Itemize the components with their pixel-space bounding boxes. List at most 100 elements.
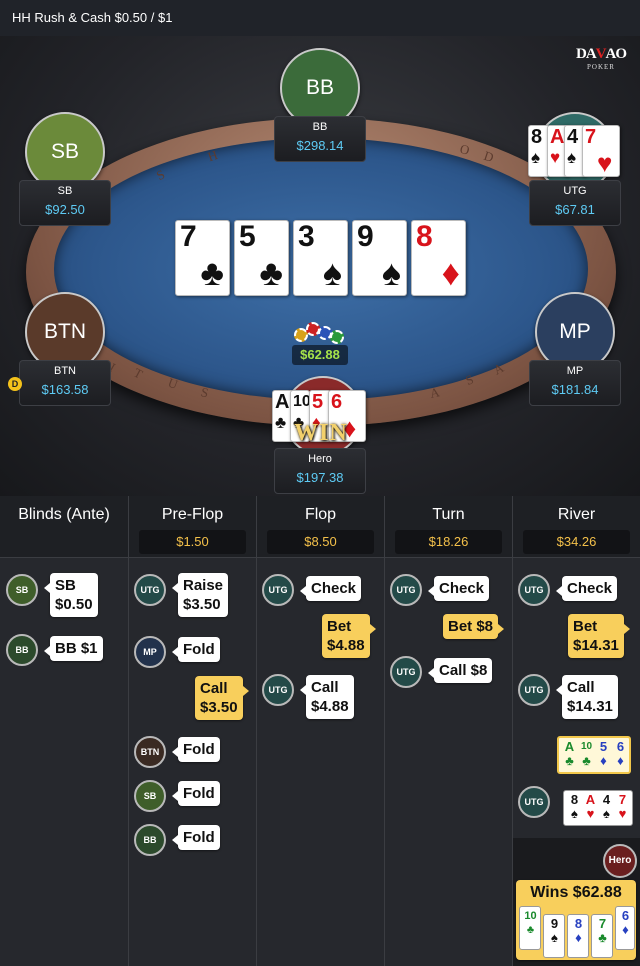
column-header: Pre-Flop $1.50 <box>129 496 256 558</box>
win-label: Wins $62.88 <box>530 884 622 901</box>
mini-card: 8 ♦ <box>567 914 589 958</box>
board-card: 7 ♣ <box>175 220 230 296</box>
action-bubble: Raise $3.50 <box>171 573 229 617</box>
position-chip: Hero <box>603 844 637 878</box>
player-plate-btn: BTN $163.58 <box>19 360 111 406</box>
player-stack: $181.84 <box>551 382 599 397</box>
mini-card: 6 ♦ <box>615 906 635 950</box>
action-row: UTG Call $4.88 <box>257 672 385 719</box>
action-bubble: Fold <box>172 737 220 762</box>
position-chip: BB <box>6 634 38 666</box>
mini-card: 9 ♠ <box>543 914 565 958</box>
action-bubble: Check <box>555 576 618 601</box>
hero-result-panel: Hero Wins $62.88 10 ♣ 9 ♠ 8 ♦ 7 ♣ 6 ♦ <box>513 838 640 966</box>
mini-card: A ♣ <box>564 739 575 768</box>
position-chip: UTG <box>262 574 294 606</box>
action-row: Bet $4.88 <box>257 612 385 658</box>
player-name: BB <box>312 121 328 133</box>
action-row: UTG 8 ♠ A ♥ 4 ♠ 7 ♥ <box>513 784 640 828</box>
action-bubble: SB $0.50 <box>44 573 98 617</box>
action-row: UTG Check <box>385 572 513 616</box>
action-row: BB BB $1 <box>0 632 128 676</box>
mini-card: A ♥ <box>585 792 596 821</box>
column-title: Turn <box>432 506 465 523</box>
column-pot: $18.26 <box>395 530 502 554</box>
player-name: SB <box>57 185 73 197</box>
mini-card: 8 ♠ <box>570 792 579 821</box>
player-plate-bb: BB $298.14 <box>274 116 366 162</box>
winning-hand: 10 ♣ 9 ♠ 8 ♦ 7 ♣ 6 ♦ <box>519 906 635 958</box>
action-bubble: Call $14.31 <box>556 675 618 719</box>
action-row: UTG Check <box>513 572 640 616</box>
mini-card: 10 ♣ <box>519 906 541 950</box>
position-chip: UTG <box>518 574 550 606</box>
action-bubble: Call $4.88 <box>300 675 354 719</box>
hero-action-bubble: Bet $14.31 <box>568 614 630 658</box>
action-row: SB SB $0.50 <box>0 572 128 617</box>
player-stack: $197.38 <box>296 470 344 485</box>
window-title: HH Rush & Cash $0.50 / $1 <box>0 0 640 36</box>
action-row: BB Fold <box>129 824 257 868</box>
column-river: River $34.26 UTG Check Bet $14.31 UTG Cal… <box>513 496 640 966</box>
player-name: BTN <box>54 365 76 377</box>
playing-card: 7 ♥ <box>582 125 620 178</box>
action-bubble: Call $8 <box>427 658 493 683</box>
column-header: Turn $18.26 <box>385 496 512 558</box>
action-row: UTG Call $8 <box>385 654 513 698</box>
position-chip: MP <box>134 636 166 668</box>
hand-history-grid: Blinds (Ante) SB SB $0.50 BB BB $1 Pre-Fl… <box>0 496 640 966</box>
dealer-button: D <box>8 377 22 391</box>
action-bubble: Check <box>427 576 490 601</box>
action-row: SB Fold <box>129 780 257 824</box>
davao-poker-logo: DAVAO POKER <box>576 46 627 71</box>
position-chip: BB <box>134 824 166 856</box>
column-title: Pre-Flop <box>161 506 224 523</box>
board-card: 9 ♠ <box>352 220 407 296</box>
action-row: Bet $8 <box>385 612 513 656</box>
column-blinds: Blinds (Ante) SB SB $0.50 BB BB $1 <box>0 496 129 966</box>
board-card: 3 ♠ <box>293 220 348 296</box>
action-bubble: Fold <box>172 781 220 806</box>
mini-card: 7 ♣ <box>591 914 613 958</box>
column-preflop: Pre-Flop $1.50 UTG Raise $3.50 MP Fold Ca… <box>129 496 257 966</box>
player-plate-utg: UTG $67.81 <box>529 180 621 226</box>
position-chip: SB <box>6 574 38 606</box>
board-card: 5 ♣ <box>234 220 289 296</box>
action-bubble: Fold <box>172 825 220 850</box>
position-chip: UTG <box>518 674 550 706</box>
player-stack: $92.50 <box>45 202 85 217</box>
player-plate-mp: MP $181.84 <box>529 360 621 406</box>
pot-chips-icon <box>292 318 348 346</box>
mini-card: 7 ♥ <box>618 792 627 821</box>
poker-table-scene: S H O D I T U S A S A DAVAO POKER BB BB … <box>0 36 640 496</box>
player-stack: $298.14 <box>296 138 344 153</box>
player-name: MP <box>566 365 584 377</box>
utg-shown-cards: 8 ♠ A ♥ 4 ♠ 7 ♥ <box>563 790 633 826</box>
mini-card: 5 ♦ <box>599 739 608 768</box>
player-plate-sb: SB $92.50 <box>19 180 111 226</box>
player-name: UTG <box>563 185 587 197</box>
position-chip: UTG <box>390 574 422 606</box>
hero-win-box: Wins $62.88 10 ♣ 9 ♠ 8 ♦ 7 ♣ 6 ♦ <box>516 880 636 960</box>
action-bubble: Check <box>299 576 362 601</box>
column-title: Flop <box>304 506 337 523</box>
action-bubble: BB $1 <box>44 636 103 661</box>
column-title: Blinds (Ante) <box>18 506 110 523</box>
action-row: UTG Raise $3.50 <box>129 572 257 617</box>
pot-amount: $62.88 <box>292 345 348 365</box>
position-chip: SB <box>134 780 166 812</box>
mini-card: 4 ♠ <box>602 792 611 821</box>
player-stack: $67.81 <box>555 202 595 217</box>
position-chip: UTG <box>518 786 550 818</box>
column-header: Blinds (Ante) <box>0 496 128 558</box>
column-header: River $34.26 <box>513 496 640 558</box>
win-badge: WIN <box>294 420 348 446</box>
hero-action-bubble: Bet $4.88 <box>322 614 376 658</box>
position-chip: UTG <box>134 574 166 606</box>
mini-card: 10 ♣ <box>580 741 593 768</box>
player-stack: $163.58 <box>41 382 89 397</box>
column-pot: $8.50 <box>267 530 374 554</box>
action-bubble: Fold <box>172 637 220 662</box>
board-card: 8 ♦ <box>411 220 466 296</box>
action-row: UTG Check <box>257 572 385 616</box>
